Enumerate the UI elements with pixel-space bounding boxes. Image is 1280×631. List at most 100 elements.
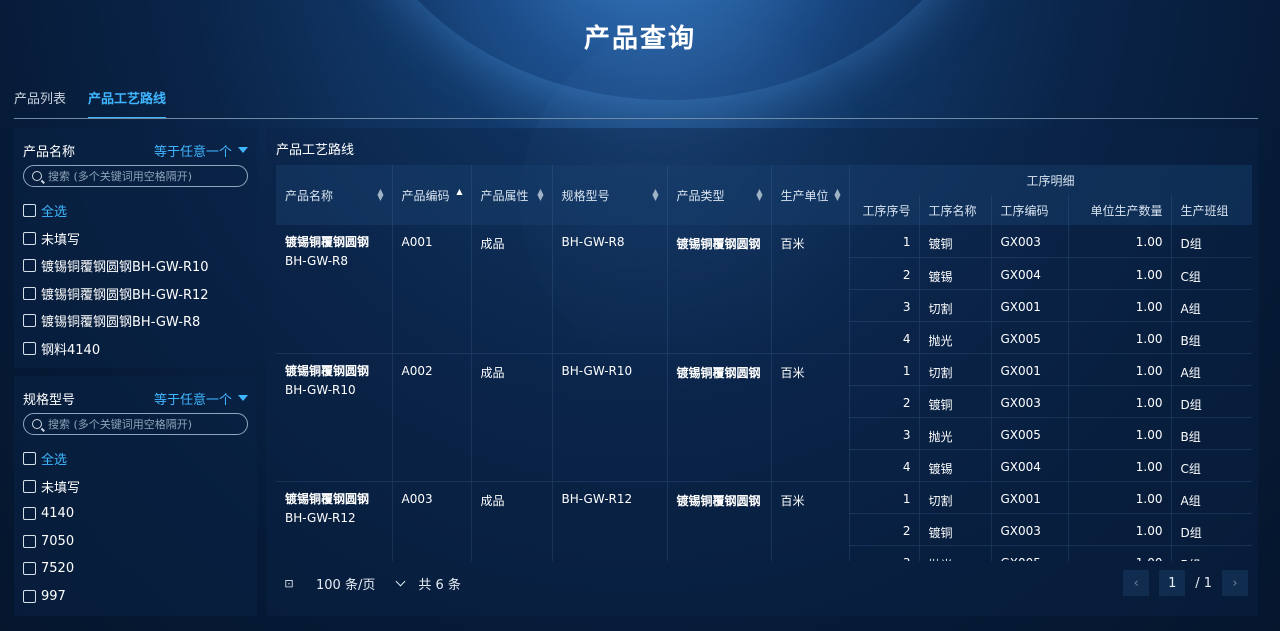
col-header-type[interactable]: 产品类型 ▲ ▼ xyxy=(667,165,772,225)
sort-icon: ▲ ▼ xyxy=(652,186,659,202)
product-unit-cell: 百米 xyxy=(771,481,850,561)
option-label: 7520 xyxy=(41,561,75,577)
step-seq-cell: 2 xyxy=(849,257,920,289)
sort-icon: ▲ ▼ xyxy=(537,186,544,202)
step-qty-cell: 1.00 xyxy=(1068,257,1172,289)
filter-option[interactable]: 7520 xyxy=(23,555,257,583)
checkbox[interactable] xyxy=(23,507,36,521)
filter-option[interactable]: 镀锡铜覆钢圆钢BH-GW-R8 xyxy=(23,307,257,335)
step-seq-cell: 3 xyxy=(849,545,920,561)
product-attr-cell: 成品 xyxy=(471,481,553,561)
filter-option[interactable]: 7050 xyxy=(23,528,257,556)
step-qty-cell: 1.00 xyxy=(1068,449,1172,481)
checkbox[interactable] xyxy=(23,259,36,273)
col-header-attr[interactable]: 产品属性 ▲ ▼ xyxy=(471,165,553,225)
step-code-cell: GX001 xyxy=(991,481,1069,513)
step-seq-cell: 1 xyxy=(849,481,920,513)
table-row[interactable]: 镀锡铜覆钢圆钢 BH-GW-R10 A002 成品 BH-GW-R10 镀锡铜覆钢圆钢 百米… xyxy=(276,353,1252,481)
step-team-cell: A组 xyxy=(1171,481,1252,513)
step-code-cell: GX001 xyxy=(991,353,1069,385)
checkbox[interactable] xyxy=(23,562,36,576)
checkbox[interactable] xyxy=(23,452,36,466)
sort-icon: ▲ ▼ xyxy=(756,186,763,202)
step-code-cell: GX004 xyxy=(991,257,1069,289)
step-seq-cell: 2 xyxy=(849,513,920,545)
step-name-cell: 切割 xyxy=(919,481,992,513)
filter-search-input[interactable] xyxy=(48,417,238,431)
col-header-unit[interactable]: 生产单位 ▲ ▼ xyxy=(771,165,850,225)
filter-option[interactable]: 4140 xyxy=(23,500,257,528)
step-team-cell: B组 xyxy=(1171,321,1252,353)
step-name-cell: 镀铜 xyxy=(919,225,992,257)
chevron-down-icon xyxy=(395,576,406,586)
product-name-line: 镀锡铜覆钢圆钢 xyxy=(285,235,370,249)
table-row[interactable]: 镀锡铜覆钢圆钢 BH-GW-R8 A001 成品 BH-GW-R8 镀锡铜覆钢圆钢 百米 1 镀… xyxy=(276,225,1252,353)
step-name-cell: 切割 xyxy=(919,289,992,321)
option-label: 未填写 xyxy=(41,480,81,496)
checkbox[interactable] xyxy=(23,534,36,548)
step-name-cell: 切割 xyxy=(919,353,992,385)
col-header-code[interactable]: 产品编码▲▼ xyxy=(392,165,472,225)
product-unit-cell: 百米 xyxy=(771,225,850,353)
page-size-select[interactable]: 100 条/页 xyxy=(316,574,406,593)
col-header-spec[interactable]: 规格型号 ▲ ▼ xyxy=(552,165,668,225)
step-name-cell: 抛光 xyxy=(919,321,992,353)
col-header-seq: 工序序号 xyxy=(849,195,920,225)
page-size-label: 100 条/页 xyxy=(316,577,376,593)
checkbox[interactable] xyxy=(23,231,36,245)
filter-operator-dropdown[interactable]: 等于任意一个 xyxy=(154,141,248,160)
option-label: 镀锡铜覆钢圆钢BH-GW-R10 xyxy=(41,260,209,276)
col-header-name[interactable]: 产品名称 ▲ ▼ xyxy=(276,165,393,225)
step-name-cell: 镀铜 xyxy=(919,385,992,417)
route-table-scroll[interactable]: 产品名称▲▼ 产品编码▲▼ 产品属性▲▼ 规格型号▲▼ 产品类型▲▼ 生产单位▲… xyxy=(276,165,1252,561)
step-name-cell: 抛光 xyxy=(919,545,992,561)
step-seq-cell: 1 xyxy=(849,225,920,257)
filter-option[interactable]: 钢料4140 xyxy=(23,335,257,363)
col-header-team: 生产班组 xyxy=(1171,195,1252,225)
product-name-line: BH-GW-R12 xyxy=(285,510,356,525)
step-code-cell: GX003 xyxy=(991,225,1069,257)
product-name-cell: 镀锡铜覆钢圆钢 BH-GW-R8 xyxy=(276,225,393,353)
filter-option[interactable]: 镀锡铜覆钢圆钢BH-GW-R12 xyxy=(23,280,257,308)
checkbox[interactable] xyxy=(23,286,36,300)
filter-option[interactable]: 未填写 xyxy=(23,225,257,253)
step-name-cell: 镀锡 xyxy=(919,449,992,481)
filter-option[interactable]: 未填写 xyxy=(23,473,257,501)
checkbox[interactable] xyxy=(23,314,36,328)
tab-product-list[interactable]: 产品列表 xyxy=(14,88,66,119)
checkbox[interactable] xyxy=(23,479,36,493)
step-qty-cell: 1.00 xyxy=(1068,321,1172,353)
filter-title: 规格型号 xyxy=(23,392,76,408)
page-jump-icon[interactable]: ⊡ xyxy=(276,572,302,594)
prev-page-button[interactable]: ‹ xyxy=(1123,570,1150,596)
product-attr-cell: 成品 xyxy=(471,353,553,481)
filter-option[interactable]: 997 xyxy=(23,583,257,611)
sort-asc-icon: ▲▼ xyxy=(456,186,463,196)
checkbox[interactable] xyxy=(23,204,36,218)
filter-search-box xyxy=(23,413,248,435)
step-code-cell: GX003 xyxy=(991,513,1069,545)
table-row[interactable]: 镀锡铜覆钢圆钢 BH-GW-R12 A003 成品 BH-GW-R12 镀锡铜覆钢圆钢 百米… xyxy=(276,481,1252,561)
step-qty-cell: 1.00 xyxy=(1068,385,1172,417)
step-qty-cell: 1.00 xyxy=(1068,513,1172,545)
tab-product-route[interactable]: 产品工艺路线 xyxy=(88,88,167,119)
col-header-step-code: 工序编码 xyxy=(991,195,1069,225)
step-team-cell: D组 xyxy=(1171,225,1252,257)
current-page[interactable]: 1 xyxy=(1159,570,1186,596)
product-name-cell: 镀锡铜覆钢圆钢 BH-GW-R12 xyxy=(276,481,393,561)
filter-operator-dropdown[interactable]: 等于任意一个 xyxy=(154,389,248,408)
select-all-option[interactable]: 全选 xyxy=(23,445,257,473)
option-label: 4140 xyxy=(41,506,75,522)
filter-option[interactable]: 镀锡铜覆钢圆钢BH-GW-R10 xyxy=(23,252,257,280)
step-name-cell: 抛光 xyxy=(919,417,992,449)
filter-operator-label: 等于任意一个 xyxy=(153,144,232,160)
option-label: 全选 xyxy=(41,205,68,221)
step-qty-cell: 1.00 xyxy=(1068,353,1172,385)
next-page-button[interactable]: › xyxy=(1222,570,1248,596)
checkbox[interactable] xyxy=(23,589,36,603)
select-all-option[interactable]: 全选 xyxy=(23,197,257,225)
checkbox[interactable] xyxy=(23,341,36,355)
step-qty-cell: 1.00 xyxy=(1068,417,1172,449)
step-code-cell: GX005 xyxy=(991,321,1069,353)
filter-search-input[interactable] xyxy=(48,169,238,183)
